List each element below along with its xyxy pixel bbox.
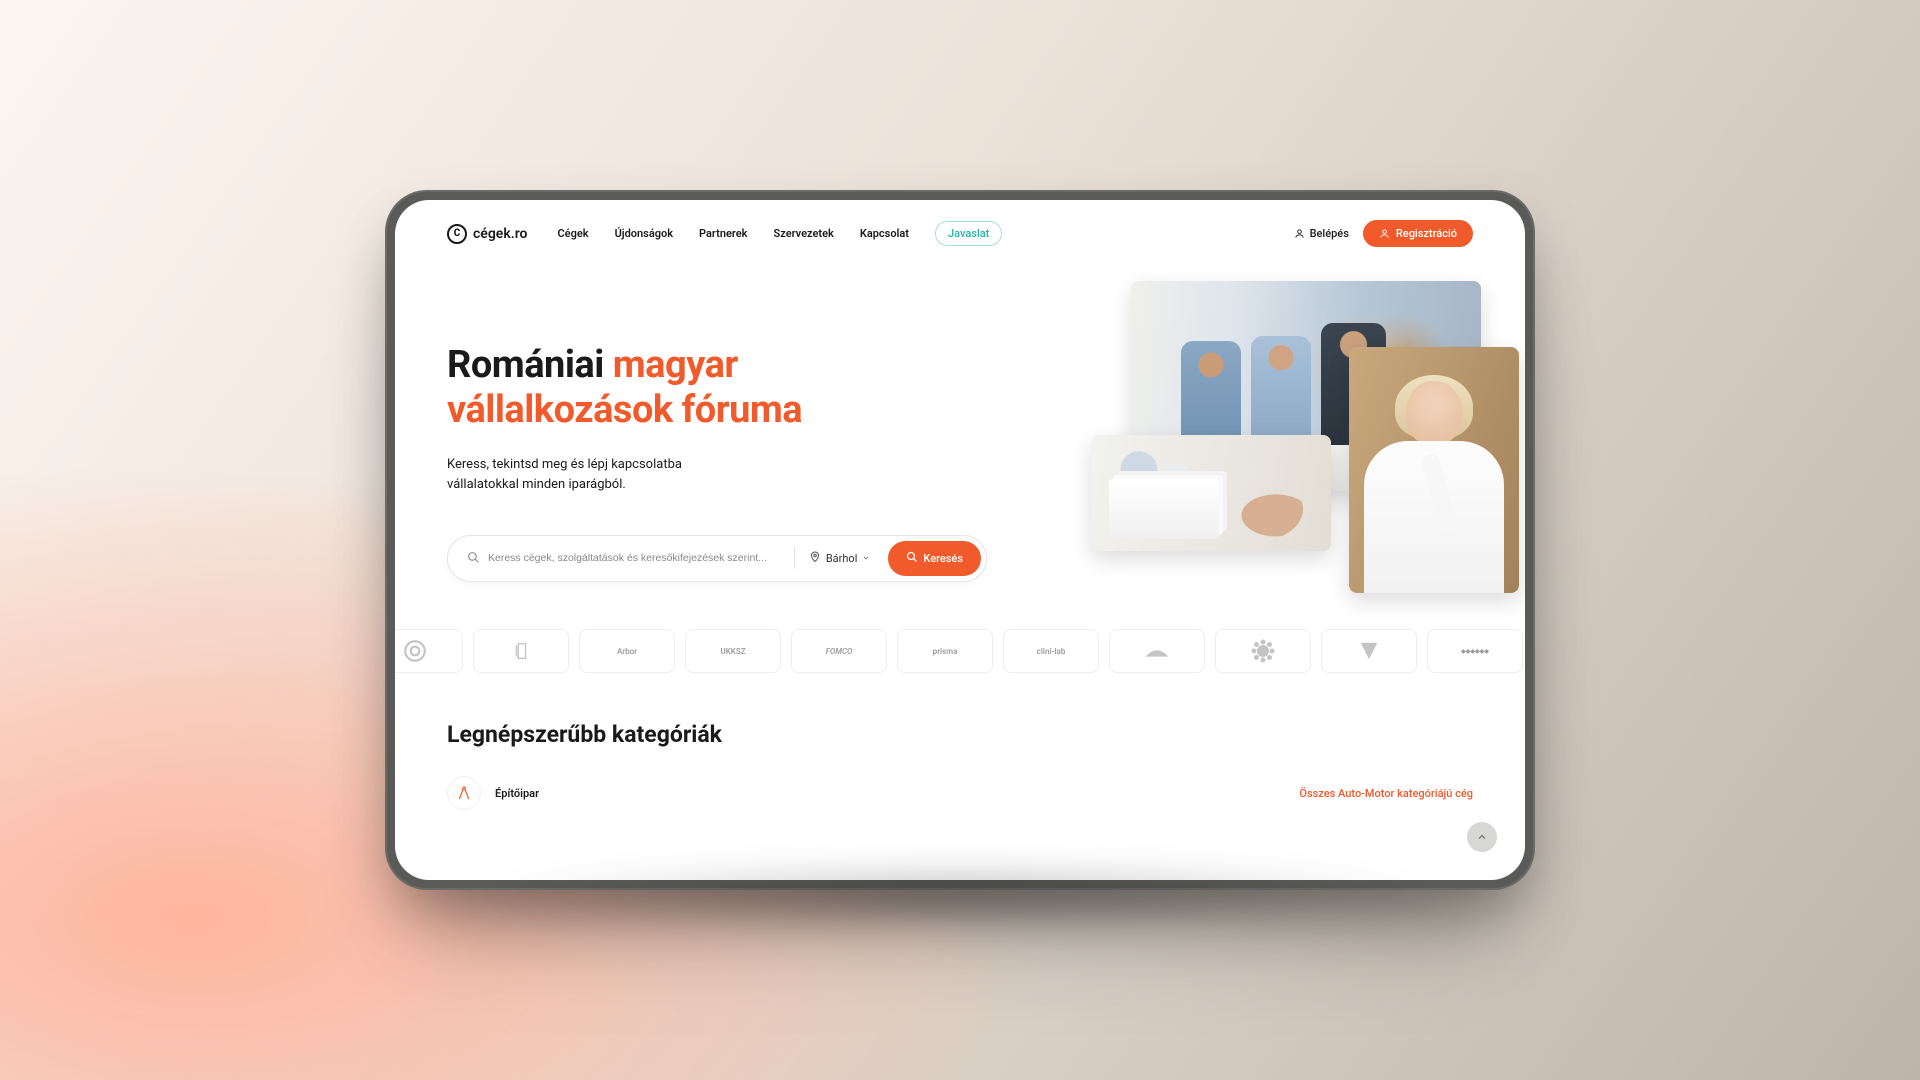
search-icon [906, 551, 918, 566]
partner-logo[interactable]: FOMCO [791, 629, 887, 673]
nav-links: Cégek Újdonságok Partnerek Szervezetek K… [557, 221, 1002, 246]
chevron-down-icon [862, 552, 870, 565]
location-select[interactable]: Bárhol [795, 551, 889, 566]
hero-left: Romániai magyar vállalkozások fóruma Ker… [447, 309, 967, 599]
search-icon [467, 549, 480, 568]
hero-image-collage [993, 267, 1493, 607]
partner-logo[interactable] [473, 629, 569, 673]
register-button[interactable]: Regisztráció [1363, 220, 1473, 247]
device-frame: C cégek.ro Cégek Újdonságok Partnerek Sz… [385, 190, 1535, 890]
partner-logo-label: FOMCO [826, 647, 853, 656]
search-field[interactable] [453, 549, 794, 568]
nav-link-partners[interactable]: Partnerek [699, 227, 747, 240]
compass-icon [447, 776, 481, 810]
login-label: Belépés [1310, 227, 1349, 240]
partner-logo-strip: Arbor UKKSZ FOMCO prisma clini-lab ◆◆◆◆◆… [395, 599, 1525, 673]
nav-link-contact[interactable]: Kapcsolat [860, 227, 909, 240]
partner-logo[interactable] [1215, 629, 1311, 673]
page: C cégek.ro Cégek Újdonságok Partnerek Sz… [395, 200, 1525, 880]
hero: Romániai magyar vállalkozások fóruma Ker… [395, 259, 1525, 599]
categories-row: Építőipar Összes Auto-Motor kategóriájú … [447, 776, 1473, 810]
partner-logo[interactable]: UKKSZ [685, 629, 781, 673]
hero-image-desk [1091, 435, 1331, 551]
logo-text: cégek.ro [473, 226, 527, 242]
partner-logo[interactable]: Arbor [579, 629, 675, 673]
categories-section: Legnépszerűbb kategóriák Építőipar Össze… [395, 673, 1525, 810]
nav-link-news[interactable]: Újdonságok [615, 227, 673, 240]
search-button-label: Keresés [923, 552, 963, 565]
chevron-up-icon [1476, 831, 1488, 843]
user-icon [1379, 228, 1390, 239]
navbar: C cégek.ro Cégek Újdonságok Partnerek Sz… [395, 200, 1525, 259]
logo-mark-icon: C [447, 224, 467, 244]
nav-link-companies[interactable]: Cégek [557, 227, 588, 240]
register-label: Regisztráció [1396, 227, 1457, 240]
category-item-construction[interactable]: Építőipar [447, 776, 539, 810]
login-link[interactable]: Belépés [1294, 227, 1349, 240]
partner-logo[interactable] [1321, 629, 1417, 673]
partner-logo-label: UKKSZ [720, 647, 745, 656]
screen: C cégek.ro Cégek Újdonságok Partnerek Sz… [395, 200, 1525, 880]
scroll-to-top-button[interactable] [1467, 822, 1497, 852]
logo[interactable]: C cégek.ro [447, 224, 527, 244]
user-icon [1294, 228, 1305, 239]
partner-logo[interactable]: ◆◆◆◆◆◆ [1427, 629, 1523, 673]
partner-logo[interactable]: prisma [897, 629, 993, 673]
search-button[interactable]: Keresés [888, 541, 981, 576]
partner-logo-label: prisma [933, 647, 958, 656]
categories-title: Legnépszerűbb kategóriák [447, 721, 1473, 748]
partner-logo-label: clini-lab [1037, 647, 1066, 656]
partner-logo-label: Arbor [617, 647, 637, 656]
location-label: Bárhol [826, 552, 858, 565]
partner-logo-label: ◆◆◆◆◆◆ [1461, 648, 1489, 655]
location-pin-icon [809, 551, 821, 566]
hero-image-portrait [1349, 347, 1519, 593]
nav-right: Belépés Regisztráció [1294, 220, 1473, 247]
hero-title: Romániai magyar vállalkozások fóruma [447, 343, 967, 433]
nav-link-organizations[interactable]: Szervezetek [774, 227, 834, 240]
partner-logo[interactable]: clini-lab [1003, 629, 1099, 673]
search-bar: Bárhol Keresés [447, 535, 987, 582]
search-input[interactable] [488, 552, 780, 564]
category-label: Építőipar [495, 787, 539, 800]
partner-logo[interactable] [395, 629, 463, 673]
hero-title-plain: Romániai [447, 343, 613, 387]
partner-logo[interactable] [1109, 629, 1205, 673]
hero-subtitle: Keress, tekintsd meg és lépj kapcsolatba… [447, 455, 747, 495]
categories-all-link[interactable]: Összes Auto-Motor kategóriájú cég [1299, 787, 1473, 800]
nav-suggestion-pill[interactable]: Javaslat [935, 221, 1002, 246]
